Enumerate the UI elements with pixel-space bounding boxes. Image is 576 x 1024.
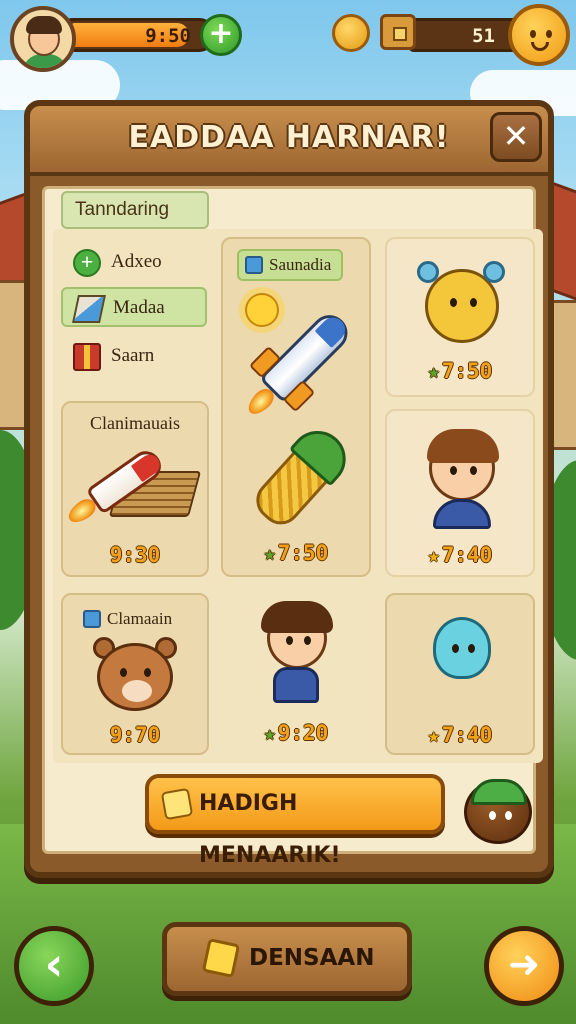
card-label: Clamaain [77,605,182,637]
section-tab[interactable]: Tanndaring [61,191,209,229]
star-icon: ★ [263,721,276,745]
plus-icon: + [208,16,234,51]
price-label: 9:70 [109,723,161,747]
panel-header: EADDAA HARNAR! ✕ [30,106,548,176]
price-label: ★7:50 [427,359,493,383]
currency-value: 51 [472,25,495,47]
coconut-mascot-icon [464,779,532,844]
star-icon: ★ [263,541,276,565]
menu-item-label: Saarn [111,345,155,366]
water-drop-art [433,617,491,679]
player-avatar[interactable] [10,6,76,72]
reward-card-money-rocket[interactable]: Clanimauais 9:30 [61,401,209,577]
rocket-art [64,436,177,537]
back-button[interactable]: ‹ [14,926,94,1006]
gold-bar-icon [201,938,241,978]
reward-card-brown-bear[interactable]: Clamaain 9:70 [61,593,209,755]
star-icon: ★ [427,359,440,383]
reward-card-drop[interactable]: ★7:40 [385,593,535,755]
star-icon: ★ [427,543,440,567]
price-label: 9:30 [109,543,161,567]
center-action-button[interactable]: DENSAAN [162,922,412,996]
sun-icon [245,293,279,327]
mascot-face-icon[interactable] [508,4,570,66]
price-label: ★7:40 [427,543,493,567]
currency-bar: 51 [408,18,518,52]
xp-value: 9:50 [145,25,191,47]
gift-box-icon [73,343,101,371]
reward-card-girl[interactable]: ★7:40 [385,409,535,577]
brown-bear-art [97,643,173,711]
cta-label: HADIGH MENAARIK! [199,791,341,868]
menu-item-madaa[interactable]: Madaa [61,287,207,327]
coin-face-icon [332,14,370,52]
arrow-right-icon: ➜ [508,942,540,986]
menu-item-saarn[interactable]: Saarn [61,337,207,377]
gold-bar-icon [160,787,194,821]
cube-icon [245,256,263,274]
price-label: ★7:40 [427,723,493,747]
menu-item-adxeo[interactable]: + Adxeo [61,243,207,283]
next-button[interactable]: ➜ [484,926,564,1006]
reward-card-boy[interactable]: ★9:20 [221,593,371,755]
plus-circle-icon: + [73,249,101,277]
card-label: Saunadia [237,249,344,281]
price-label: ★9:20 [263,721,329,745]
add-xp-button[interactable]: + [200,14,242,56]
panel-content: Tanndaring + Adxeo Madaa Saarn Saunadia [42,186,543,854]
chevron-left-icon: ‹ [44,937,64,991]
price-label: ★7:50 [263,541,329,565]
rewards-panel: EADDAA HARNAR! ✕ Tanndaring + Adxeo Mada… [24,100,554,878]
treasure-chest-icon [380,14,416,50]
reward-card-corn[interactable]: ★7:50 [221,419,371,577]
menu-item-label: Madaa [113,297,165,318]
special-offer-button[interactable]: HADIGH MENAARIK! [145,774,445,868]
close-button[interactable]: ✕ [490,112,542,162]
book-icon [72,295,106,323]
panel-title: EADDAA HARNAR! [128,120,450,155]
cube-icon [83,610,101,628]
center-action-label: DENSAAN [249,945,375,971]
close-icon: ✕ [502,117,530,155]
reward-card-yellow-bear[interactable]: ★7:50 [385,237,535,397]
menu-item-label: Adxeo [111,251,162,272]
star-icon: ★ [427,723,440,747]
xp-bar: 9:50 [66,18,216,52]
card-title: Clanimauais [90,413,180,433]
